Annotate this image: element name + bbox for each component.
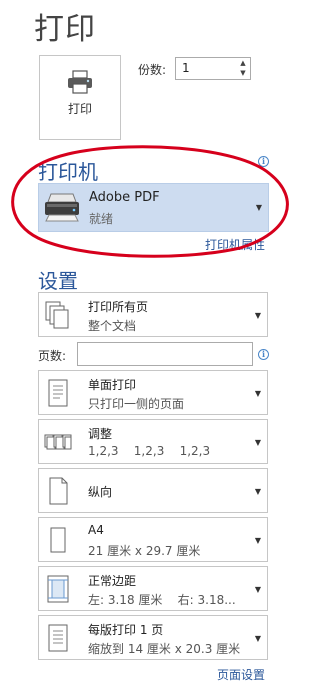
settings-heading: 设置 <box>38 269 78 293</box>
chevron-down-icon: ▼ <box>254 634 261 643</box>
chevron-down-icon: ▼ <box>254 487 261 496</box>
chevron-down-icon: ▼ <box>255 203 262 212</box>
paper-size-dropdown[interactable]: A4 21 厘米 x 29.7 厘米 ▼ <box>38 517 268 562</box>
option-title: 每版打印 1 页 <box>88 623 164 637</box>
option-subtitle: 整个文档 <box>88 319 137 333</box>
print-range-dropdown[interactable]: 打印所有页 整个文档 ▼ <box>38 292 268 337</box>
collate-dropdown[interactable]: 调整 1,2,3 1,2,3 1,2,3 ▼ <box>38 419 268 464</box>
margins-dropdown[interactable]: 正常边距 左: 3.18 厘米 右: 3.18... ▼ <box>38 566 268 611</box>
chevron-down-icon: ▼ <box>254 389 261 398</box>
printer-dropdown[interactable]: Adobe PDF 就绪 ▼ <box>38 183 269 232</box>
option-title: 纵向 <box>88 485 113 499</box>
one-sided-icon <box>48 379 68 407</box>
copies-label: 份数: <box>138 63 167 77</box>
decrement-arrow-icon[interactable]: ▼ <box>236 68 250 78</box>
orientation-dropdown[interactable]: 纵向 ▼ <box>38 468 268 513</box>
increment-arrow-icon[interactable]: ▲ <box>236 58 250 68</box>
option-subtitle: 21 厘米 x 29.7 厘米 <box>88 544 201 558</box>
printer-heading: 打印机 <box>38 160 98 184</box>
copies-value[interactable]: 1 <box>182 61 190 75</box>
margins-icon <box>47 575 69 603</box>
option-title: A4 <box>88 523 104 537</box>
option-title: 打印所有页 <box>88 300 149 314</box>
page-setup-link[interactable]: 页面设置 <box>217 666 265 683</box>
option-subtitle: 1,2,3 1,2,3 1,2,3 <box>88 444 211 458</box>
option-title: 正常边距 <box>88 574 137 588</box>
portrait-icon <box>49 477 68 505</box>
collate-icon <box>44 434 72 450</box>
printer-status: 就绪 <box>89 212 114 226</box>
print-button-label: 打印 <box>67 102 92 116</box>
pages-input[interactable] <box>77 342 253 366</box>
chevron-down-icon: ▼ <box>254 585 261 594</box>
option-title: 调整 <box>88 427 113 441</box>
pages-info-icon[interactable]: i <box>258 349 269 360</box>
paper-size-icon <box>50 527 66 553</box>
option-subtitle: 左: 3.18 厘米 右: 3.18... <box>88 593 236 607</box>
print-button[interactable]: 打印 <box>39 55 121 140</box>
pages-icon <box>45 301 69 329</box>
printer-icon <box>68 70 92 94</box>
chevron-down-icon: ▼ <box>254 311 261 320</box>
printer-info-icon[interactable]: i <box>258 156 269 167</box>
pages-per-sheet-dropdown[interactable]: 每版打印 1 页 缩放到 14 厘米 x 20.3 厘米 ▼ <box>38 615 268 660</box>
page-title: 打印 <box>34 12 96 47</box>
chevron-down-icon: ▼ <box>254 536 261 545</box>
option-subtitle: 缩放到 14 厘米 x 20.3 厘米 <box>88 642 241 656</box>
option-subtitle: 只打印一侧的页面 <box>88 397 185 411</box>
pages-label: 页数: <box>38 349 67 363</box>
pages-per-sheet-icon <box>48 624 68 652</box>
printer-properties-link[interactable]: 打印机属性 <box>205 236 265 253</box>
printer-icon <box>45 193 79 222</box>
sides-dropdown[interactable]: 单面打印 只打印一侧的页面 ▼ <box>38 370 268 415</box>
chevron-down-icon: ▼ <box>254 438 261 447</box>
printer-name: Adobe PDF <box>89 190 160 205</box>
option-title: 单面打印 <box>88 378 137 392</box>
copies-stepper[interactable]: 1 ▲ ▼ <box>175 57 251 80</box>
